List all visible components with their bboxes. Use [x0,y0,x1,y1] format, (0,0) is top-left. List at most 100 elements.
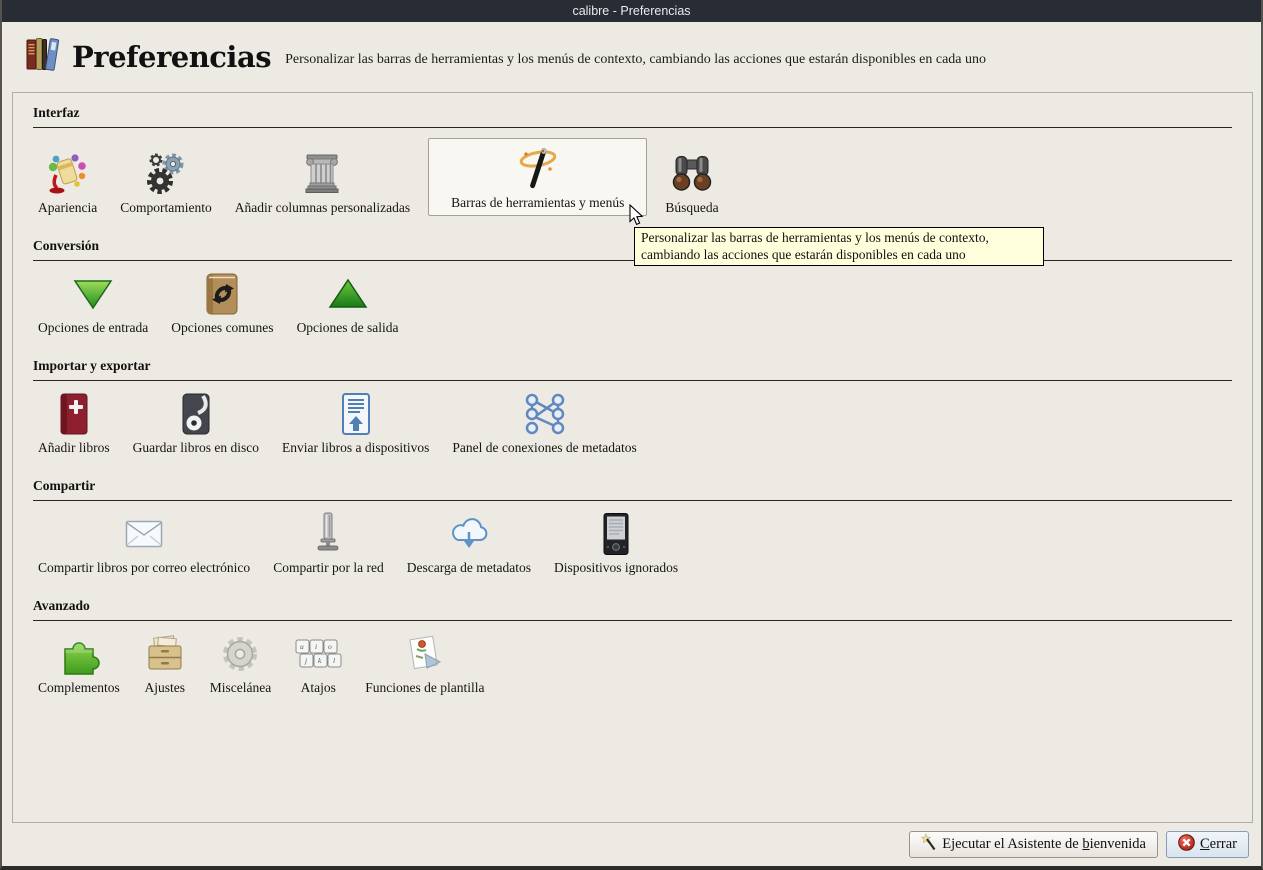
wand-icon [920,833,937,856]
pref-item-anadir-libros[interactable]: Añadir libros [33,391,115,456]
toolbars-menus-icon [513,146,563,192]
section-title: Avanzado [33,598,90,613]
pref-item-opciones-comunes[interactable]: Opciones comunes [166,271,278,336]
pref-item-label: Opciones de entrada [38,320,149,335]
page-subtitle: Personalizar las barras de herramientas … [285,51,987,67]
pref-item-dispositivos-ignorados[interactable]: Dispositivos ignorados [549,511,683,576]
svg-text:l: l [333,656,335,665]
section-rule [33,380,1232,381]
plugins-icon [57,631,101,677]
close-button[interactable]: Cerrar [1165,831,1249,858]
pref-item-label: Opciones de salida [296,320,399,335]
metadata-plugboard-icon [522,391,568,437]
wizard-label-mnemonic: b [1082,836,1090,852]
template-functions-icon [403,631,447,677]
pref-item-ajustes[interactable]: Ajustes [138,631,192,696]
pref-item-label: Añadir libros [38,440,110,455]
pref-item-opciones-salida[interactable]: Opciones de salida [292,271,404,336]
pref-item-descarga-metadatos[interactable]: Descarga de metadatos [402,511,536,576]
section-rule [33,500,1232,501]
pref-item-miscelanea[interactable]: Miscelánea [205,631,276,696]
section-title: Interfaz [33,105,80,120]
pref-item-funciones-plantilla[interactable]: Funciones de plantilla [360,631,489,696]
pref-item-label: Atajos [300,680,336,695]
email-share-icon [125,511,163,557]
run-welcome-wizard-button[interactable]: Ejecutar el Asistente de bienvenida [909,831,1158,858]
svg-text:u: u [300,642,304,651]
tooltip-text: Personalizar las barras de herramientas … [641,230,989,262]
pref-item-busqueda[interactable]: Búsqueda [660,151,723,216]
section-title: Conversión [33,238,100,253]
pref-item-panel-conexiones[interactable]: Panel de conexiones de metadatos [447,391,641,456]
section-rule [33,260,1232,261]
pref-item-label: Funciones de plantilla [365,680,485,695]
mouse-cursor-icon [629,203,644,231]
calibre-books-icon [24,36,62,77]
pref-item-label: Ajustes [144,680,186,695]
pref-item-atajos[interactable]: uio jkl Atajos [289,631,347,696]
svg-text:o: o [328,642,332,651]
pref-item-compartir-red[interactable]: Compartir por la red [268,511,389,576]
close-label-mnemonic: C [1199,836,1210,852]
pref-item-label: Dispositivos ignorados [553,560,679,575]
pref-item-compartir-correo[interactable]: Compartir libros por correo electrónico [33,511,255,576]
section-rule [33,127,1232,128]
appearance-icon [44,151,92,197]
add-columns-icon [299,151,345,197]
pref-item-opciones-entrada[interactable]: Opciones de entrada [33,271,153,336]
footer-button-bar: Ejecutar el Asistente de bienvenida Cerr… [2,831,1249,858]
shortcuts-icon: uio jkl [294,631,342,677]
pref-item-guardar-disco[interactable]: Guardar libros en disco [128,391,264,456]
pref-item-label: Opciones comunes [171,320,274,335]
network-share-icon [315,511,341,557]
behavior-icon [143,151,189,197]
pref-item-complementos[interactable]: Complementos [33,631,125,696]
page-header: Preferencias Personalizar las barras de … [2,22,1261,87]
wizard-label-post: ienvenida [1089,836,1146,852]
section-interfaz: Interfaz Apariencia Comportamiento Añadi… [33,105,1232,216]
tooltip: Personalizar las barras de herramientas … [634,227,1044,266]
section-conversion: Conversión Opciones de entrada Opciones … [33,238,1232,336]
window-title: calibre - Preferencias [572,4,691,18]
preferences-panel: Interfaz Apariencia Comportamiento Añadi… [12,92,1253,823]
output-options-icon [326,271,370,317]
section-compartir: Compartir Compartir libros por correo el… [33,478,1232,576]
svg-text:j: j [304,656,307,665]
items-row: Añadir libros Guardar libros en disco En… [33,391,1232,456]
add-books-icon [57,391,91,437]
section-rule [33,620,1232,621]
input-options-icon [71,271,115,317]
section-title: Importar y exportar [33,358,151,373]
window-titlebar[interactable]: calibre - Preferencias [2,0,1261,22]
common-options-icon [203,271,241,317]
pref-item-label: Búsqueda [665,200,719,215]
items-row: Compartir libros por correo electrónico … [33,511,1232,576]
pref-item-label: Compartir libros por correo electrónico [38,560,251,575]
pref-item-barras-herramientas[interactable]: Barras de herramientas y menús [428,138,648,216]
close-x-icon [1178,833,1195,856]
section-importar-exportar: Importar y exportar Añadir libros Guarda… [33,358,1232,456]
ignored-devices-icon [601,511,631,557]
pref-item-label: Panel de conexiones de metadatos [452,440,637,455]
pref-item-label: Apariencia [38,200,98,215]
pref-item-enviar-dispositivos[interactable]: Enviar libros a dispositivos [277,391,434,456]
wizard-label-pre: Ejecutar el Asistente de [942,836,1083,852]
tweaks-icon [143,631,187,677]
save-to-disk-icon [179,391,213,437]
send-to-device-icon [340,391,372,437]
pref-item-anadir-columnas[interactable]: Añadir columnas personalizadas [230,151,415,216]
pref-item-apariencia[interactable]: Apariencia [33,151,102,216]
metadata-download-icon [447,511,491,557]
close-label-post: errar [1209,836,1237,852]
items-row: Complementos Ajustes Miscelánea u i o j … [33,631,1232,696]
svg-text:i: i [315,642,317,651]
items-row: Opciones de entrada Opciones comunes Opc… [33,271,1232,336]
pref-item-label: Compartir por la red [273,560,384,575]
pref-item-label: Complementos [38,680,120,695]
pref-item-comportamiento[interactable]: Comportamiento [115,151,217,216]
pref-item-label: Enviar libros a dispositivos [281,440,430,455]
pref-item-label: Añadir columnas personalizadas [234,200,411,215]
pref-item-label: Guardar libros en disco [132,440,259,455]
page-title: Preferencias [72,39,272,74]
pref-item-label: Miscelánea [209,680,272,695]
